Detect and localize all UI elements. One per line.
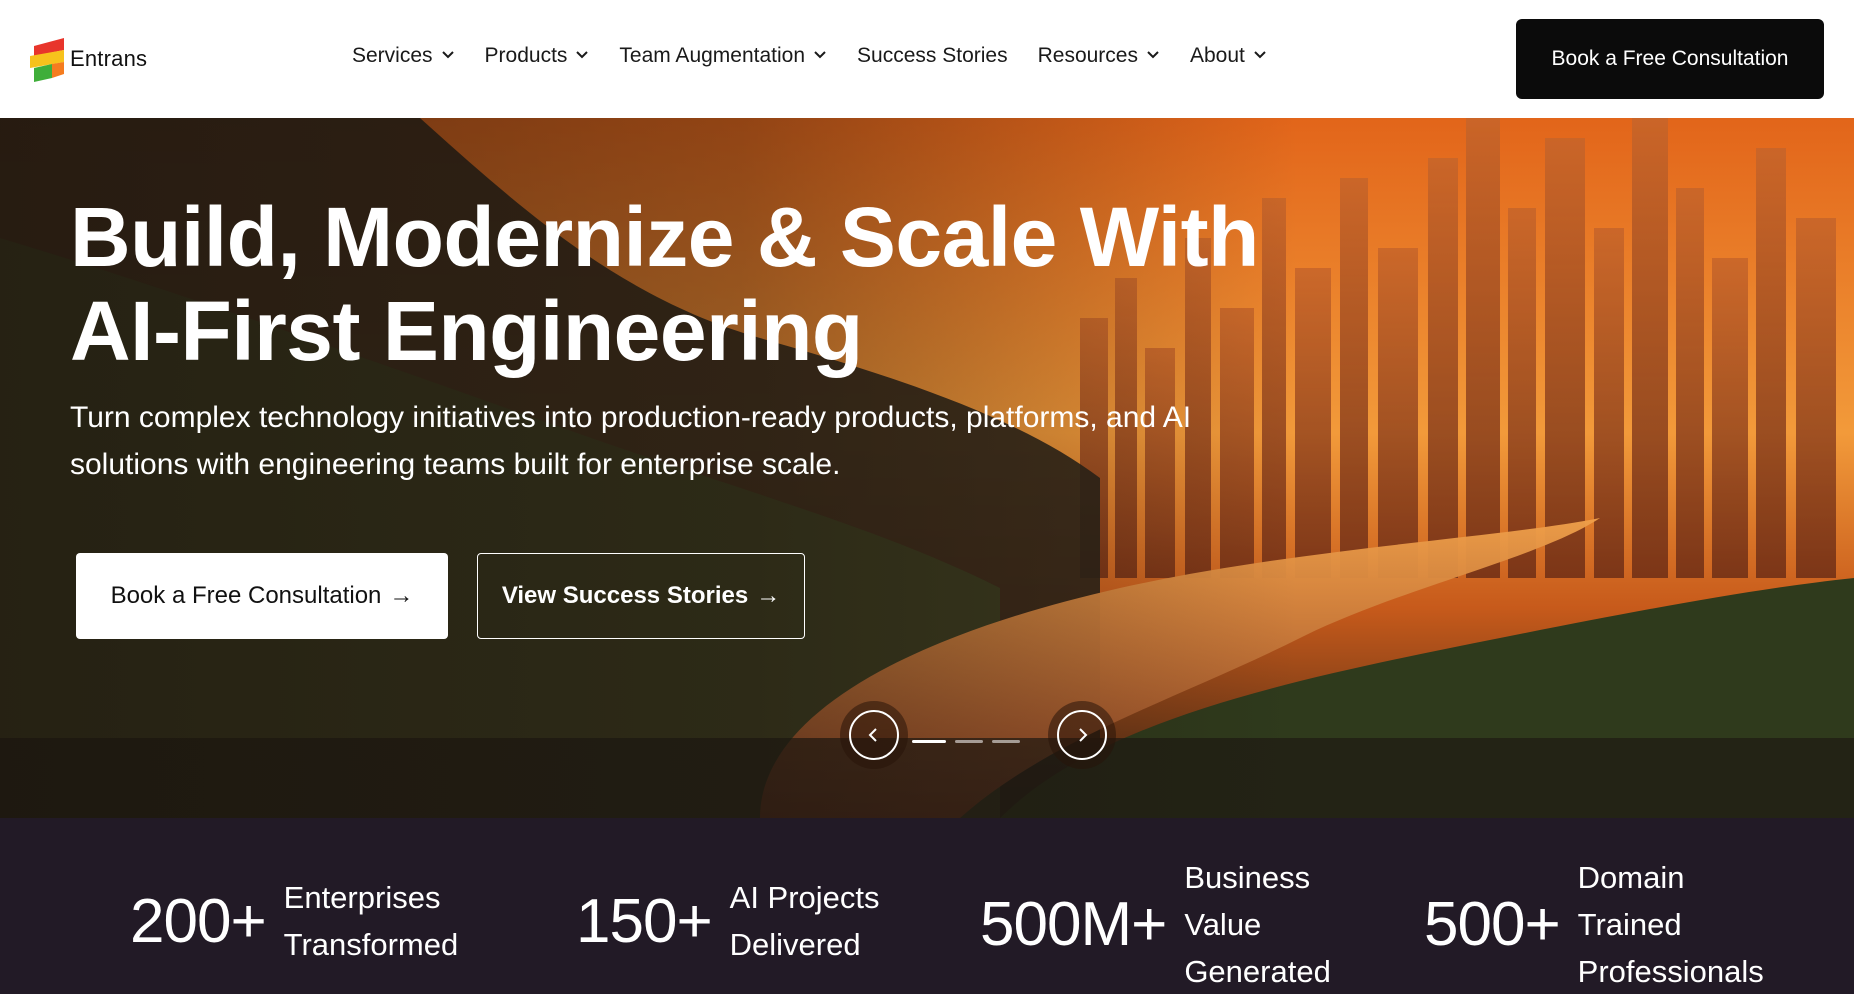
nav-label: Success Stories [857,44,1008,67]
carousel-next-button[interactable] [1048,701,1116,769]
hero-section: Build, Modernize & Scale With AI-First E… [0,118,1854,818]
carousel-prev-button[interactable] [840,701,908,769]
hero-title-line: Build, Modernize & Scale With [70,190,1259,284]
stat-label: Enterprises Transformed [284,874,459,968]
stat-label-line: Transformed [283,927,459,962]
hero-subtitle-line: solutions with engineering teams built f… [70,448,841,481]
nav-label: Products [484,44,568,67]
stat-label-line: Trained [1577,907,1682,942]
stat-label: Business Value Generated [1184,854,1331,994]
stat-number: 500+ [1424,890,1561,959]
chevron-down-icon [441,51,454,59]
carousel-dot[interactable] [955,740,983,743]
arrow-right-icon: → [756,582,781,609]
chevron-right-icon [1057,710,1107,760]
stat-label-line: Domain [1577,860,1685,895]
stats-bar: 200+ Enterprises Transformed 150+ AI Pro… [0,818,1854,994]
button-label: View Success Stories [501,582,749,609]
nav-item-products[interactable]: Products [485,44,590,68]
hero-subtitle-line: Turn complex technology initiatives into… [70,401,1192,434]
nav-label: About [1189,44,1245,67]
nav-item-resources[interactable]: Resources [1038,44,1160,68]
hero-subtitle: Turn complex technology initiatives into… [70,394,1290,488]
stat-label-line: AI Projects [729,880,880,915]
nav-item-success-stories[interactable]: Success Stories [857,44,1008,68]
entrans-logo-icon [30,38,64,82]
nav-label: Team Augmentation [619,44,806,67]
chevron-down-icon [1254,51,1266,59]
stat-label-line: Value [1184,907,1262,942]
book-consultation-button[interactable]: Book a Free Consultation [1516,19,1824,99]
stat-number: 200+ [130,886,267,956]
logo-text: Entrans [70,46,148,71]
hero-book-consultation-button[interactable]: Book a Free Consultation → [76,553,448,639]
carousel-dot[interactable] [912,740,946,743]
logo[interactable]: Entrans [30,34,147,84]
stat-label-line: Business [1184,860,1311,895]
nav-item-about[interactable]: About [1190,44,1267,68]
nav-item-team-augmentation[interactable]: Team Augmentation [619,44,827,68]
chevron-down-icon [576,51,589,59]
stat-label: Domain Trained Professionals [1578,854,1764,994]
stat-business-value: 500M+ Business Value Generated [980,854,1331,994]
main-nav: Services Products Team Augmentation Succ… [352,44,1297,68]
stat-number: 150+ [576,886,713,956]
chevron-down-icon [814,51,826,59]
stat-label: AI Projects Delivered [730,874,880,968]
button-label: Book a Free Consultation [110,582,382,609]
chevron-left-icon [849,710,899,760]
carousel-dot[interactable] [992,740,1020,743]
hero-title-line: AI-First Engineering [70,284,863,378]
nav-label: Resources [1037,44,1138,67]
stat-ai-projects: 150+ AI Projects Delivered [576,874,880,968]
nav-item-services[interactable]: Services [352,44,455,68]
carousel-indicators [912,740,1029,743]
hero-title: Build, Modernize & Scale With AI-First E… [70,190,1330,378]
stat-label-line: Professionals [1577,954,1764,989]
stat-enterprises: 200+ Enterprises Transformed [130,874,458,968]
stat-label-line: Generated [1184,954,1331,989]
site-header: Entrans Services Products Team Augmentat… [0,0,1854,118]
stat-label-line: Delivered [729,927,861,962]
stat-number: 500M+ [980,890,1167,959]
chevron-down-icon [1147,51,1159,59]
stat-professionals: 500+ Domain Trained Professionals [1424,854,1764,994]
arrow-right-icon: → [389,582,414,609]
stat-label-line: Enterprises [283,880,441,915]
nav-label: Services [352,44,433,67]
view-success-stories-button[interactable]: View Success Stories → [477,553,805,639]
